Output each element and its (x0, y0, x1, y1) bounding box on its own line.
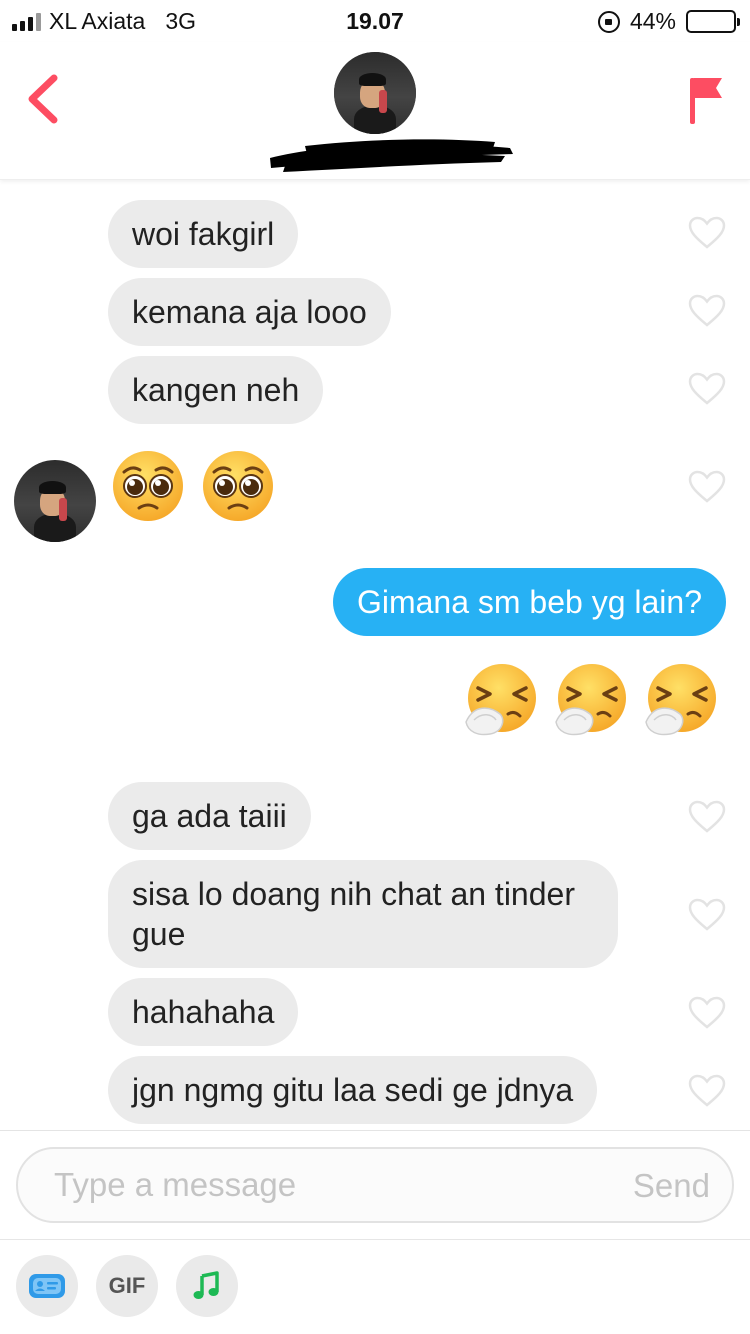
sneezing-face-emoji-icon (465, 664, 536, 736)
music-note-icon (193, 1271, 219, 1299)
match-avatar[interactable] (334, 52, 416, 134)
name-redaction-scribble (270, 139, 513, 172)
spotify-music-button[interactable] (176, 1255, 238, 1317)
sender-avatar[interactable] (14, 460, 96, 542)
like-heart-icon[interactable] (688, 800, 726, 834)
send-button[interactable]: Send (633, 1167, 710, 1205)
composer-divider (0, 1239, 750, 1240)
emoji-message-incoming[interactable] (110, 448, 276, 524)
status-right: 44% (597, 8, 740, 35)
message-composer: Send GIF (0, 1130, 750, 1334)
battery-percent: 44% (629, 8, 676, 34)
message-bubble-incoming[interactable]: kangen neh (108, 356, 324, 424)
like-heart-icon[interactable] (688, 216, 726, 250)
message-bubble-incoming[interactable]: woi fakgirl (108, 200, 299, 268)
message-thread[interactable]: woi fakgirl kemana aja looo kangen neh G… (0, 180, 750, 1130)
gif-label: GIF (108, 1273, 146, 1298)
message-bubble-incoming[interactable]: ga ada taiii (108, 782, 311, 850)
message-input-container[interactable]: Send (16, 1147, 734, 1223)
like-heart-icon[interactable] (688, 996, 726, 1030)
message-input[interactable] (54, 1163, 594, 1207)
chat-header (0, 42, 750, 180)
like-heart-icon[interactable] (688, 898, 726, 932)
pleading-face-emoji-icon (113, 451, 183, 521)
like-heart-icon[interactable] (688, 1074, 726, 1108)
contact-card-button[interactable] (16, 1255, 78, 1317)
flag-icon (690, 78, 722, 124)
chevron-left-icon (28, 74, 58, 124)
orientation-lock-icon (597, 10, 620, 33)
message-bubble-incoming[interactable]: sisa lo doang nih chat an tinder gue (108, 860, 618, 968)
like-heart-icon[interactable] (688, 294, 726, 328)
message-bubble-incoming[interactable]: jgn ngmg gitu laa sedi ge jdnya (108, 1056, 598, 1124)
emoji-message-outgoing[interactable] (464, 662, 720, 738)
like-heart-icon[interactable] (688, 470, 726, 504)
sneezing-face-emoji-icon (555, 664, 626, 736)
battery-icon (686, 10, 740, 33)
message-bubble-incoming[interactable]: hahahaha (108, 978, 299, 1046)
status-bar: XL Axiata 3G 19.07 44% (0, 0, 750, 42)
back-button[interactable] (24, 72, 64, 126)
contact-card-icon (29, 1274, 65, 1298)
report-flag-button[interactable] (686, 72, 726, 126)
pleading-face-emoji-icon (203, 451, 273, 521)
like-heart-icon[interactable] (688, 372, 726, 406)
message-bubble-outgoing[interactable]: Gimana sm beb yg lain? (332, 568, 726, 636)
sneezing-face-emoji-icon (645, 664, 716, 736)
gif-button[interactable]: GIF (96, 1255, 158, 1317)
message-bubble-incoming[interactable]: kemana aja looo (108, 278, 391, 346)
